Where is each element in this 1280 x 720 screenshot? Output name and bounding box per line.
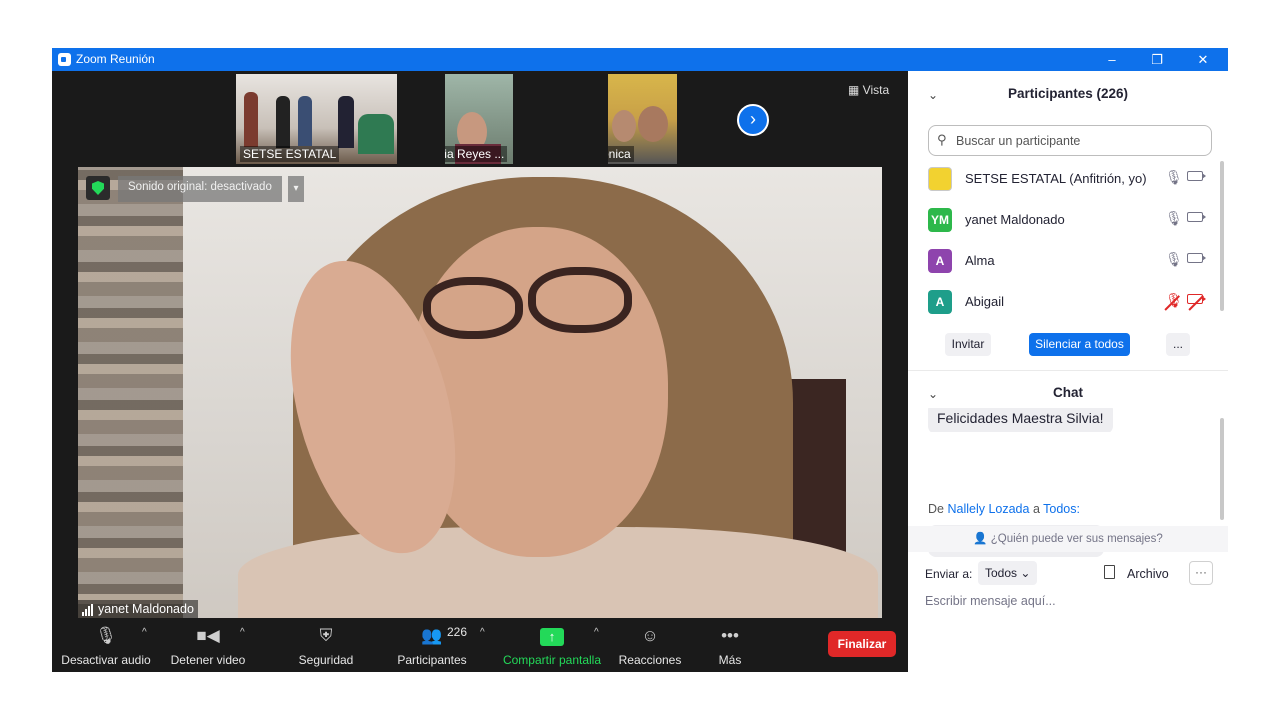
- active-speaker-video: Sonido original: desactivado ▾ yanet Mal…: [78, 167, 882, 618]
- chat-message-input[interactable]: Escribir mensaje aquí...: [925, 594, 1056, 608]
- microphone-icon: 🎙: [95, 626, 117, 645]
- restore-button[interactable]: ❐: [1142, 50, 1172, 69]
- mute-audio-button[interactable]: 🎙 Desactivar audio: [60, 618, 152, 672]
- zoom-window: Zoom Reunión – ❐ ✕ SETSE ESTATAL 🎙Silvia…: [52, 48, 1228, 672]
- participants-count: 226: [447, 625, 468, 639]
- microphone-icon: 🎙: [1165, 210, 1183, 226]
- stop-video-button[interactable]: ■◀ Detener video: [166, 618, 250, 672]
- who-can-see-link[interactable]: 👤 ¿Quién puede ver sus mensajes?: [908, 526, 1228, 552]
- speaker-name-tag: yanet Maldonado: [78, 600, 198, 618]
- thumb-name: SETSE ESTATAL: [240, 146, 340, 162]
- share-screen-icon: ↑: [500, 624, 604, 648]
- chat-message: Felicidades Maestra Silvia!: [928, 408, 1113, 432]
- more-dots-icon: •••: [721, 626, 739, 645]
- share-options-caret[interactable]: ^: [594, 627, 599, 638]
- chevron-down-icon: ⌄: [1020, 566, 1031, 580]
- video-thumb[interactable]: SETSE ESTATAL: [236, 74, 397, 164]
- title-bar: Zoom Reunión – ❐ ✕: [52, 48, 1228, 71]
- chevron-right-icon: ›: [750, 109, 756, 129]
- search-icon: ⚲: [937, 132, 947, 147]
- close-button[interactable]: ✕: [1188, 50, 1218, 69]
- send-to-label: Enviar a:: [925, 567, 973, 581]
- zoom-app-icon: [58, 53, 71, 66]
- avatar: A: [928, 249, 952, 273]
- share-screen-button[interactable]: ↑ Compartir pantalla: [500, 618, 604, 672]
- view-button[interactable]: ▦ Vista: [848, 83, 889, 97]
- recipient-name[interactable]: Todos:: [1043, 502, 1080, 516]
- minimize-button[interactable]: –: [1097, 50, 1127, 69]
- participant-row[interactable]: A Alma 🎙: [908, 241, 1228, 282]
- thumb-name: 🎙Verónica: [608, 146, 634, 162]
- thumb-name: 🎙Silvia Reyes ...: [445, 146, 508, 162]
- chat-clip: Felicidades Maestra Silvia!: [908, 408, 1228, 432]
- end-meeting-button[interactable]: Finalizar: [828, 631, 896, 657]
- microphone-icon: 🎙: [1165, 251, 1183, 267]
- signal-strength-icon: [82, 602, 94, 616]
- video-camera-icon: [1187, 171, 1206, 181]
- encryption-shield-icon[interactable]: [86, 176, 110, 200]
- avatar: YM: [928, 208, 952, 232]
- original-sound-dropdown[interactable]: ▾: [288, 176, 304, 202]
- video-camera-icon: [1187, 253, 1206, 263]
- grid-icon: ▦: [848, 83, 863, 97]
- participant-search-input[interactable]: ⚲ Buscar un participante: [928, 125, 1212, 156]
- participants-scrollbar[interactable]: [1220, 161, 1224, 311]
- next-page-button[interactable]: ›: [737, 104, 769, 136]
- microphone-icon: 🎙: [1165, 169, 1183, 185]
- chat-more-button[interactable]: ···: [1189, 561, 1213, 585]
- chat-scrollbar[interactable]: [1220, 418, 1224, 520]
- video-camera-icon: [1187, 212, 1206, 222]
- person-lock-icon: 👤: [973, 533, 991, 545]
- window-title: Zoom Reunión: [76, 52, 155, 66]
- chat-title: Chat: [1053, 385, 1083, 400]
- participant-row[interactable]: A Abigail 🎙: [908, 282, 1228, 323]
- glasses-icon: [528, 267, 632, 333]
- file-icon: [1104, 565, 1115, 579]
- participant-row[interactable]: SETSE ESTATAL (Anfitrión, yo) 🎙: [908, 159, 1228, 200]
- video-thumb[interactable]: 🎙Verónica: [608, 74, 677, 164]
- reactions-button[interactable]: ☺ Reacciones: [616, 618, 684, 672]
- security-button[interactable]: ⛨ Seguridad: [290, 618, 362, 672]
- participants-title: Participantes (226): [1007, 86, 1129, 101]
- divider: [908, 370, 1228, 371]
- shield-icon: ⛨: [319, 626, 333, 645]
- invite-button[interactable]: Invitar: [945, 333, 991, 356]
- side-panel: ⌄ Participantes (226) ⚲ Buscar un partic…: [908, 71, 1228, 672]
- avatar: A: [928, 290, 952, 314]
- send-to-dropdown[interactable]: Todos ⌄: [978, 561, 1038, 585]
- participants-more-button[interactable]: ...: [1166, 333, 1190, 356]
- more-button[interactable]: ••• Más: [708, 618, 752, 672]
- stone-wall: [78, 167, 183, 618]
- file-button[interactable]: Archivo: [1127, 567, 1169, 581]
- emoji-plus-icon: ☺: [641, 626, 659, 645]
- participant-row[interactable]: YM yanet Maldonado 🎙: [908, 200, 1228, 241]
- participants-options-caret[interactable]: ^: [480, 627, 485, 638]
- original-sound-toggle[interactable]: Sonido original: desactivado: [118, 176, 282, 202]
- chat-sender-line: De Nallely Lozada a Todos:: [928, 502, 1080, 516]
- glasses-icon: [423, 277, 523, 339]
- meeting-toolbar: 🎙 Desactivar audio ^ ■◀ Detener video ^ …: [52, 618, 908, 672]
- avatar: [928, 167, 952, 191]
- sender-name[interactable]: Nallely Lozada: [947, 502, 1029, 516]
- video-thumb[interactable]: 🎙Silvia Reyes ...: [445, 74, 513, 164]
- video-options-caret[interactable]: ^: [240, 627, 245, 638]
- video-camera-icon: ■◀: [196, 626, 220, 645]
- mute-all-button[interactable]: Silenciar a todos: [1029, 333, 1130, 356]
- meeting-area: SETSE ESTATAL 🎙Silvia Reyes ... 🎙Verónic…: [52, 71, 908, 672]
- audio-options-caret[interactable]: ^: [142, 627, 147, 638]
